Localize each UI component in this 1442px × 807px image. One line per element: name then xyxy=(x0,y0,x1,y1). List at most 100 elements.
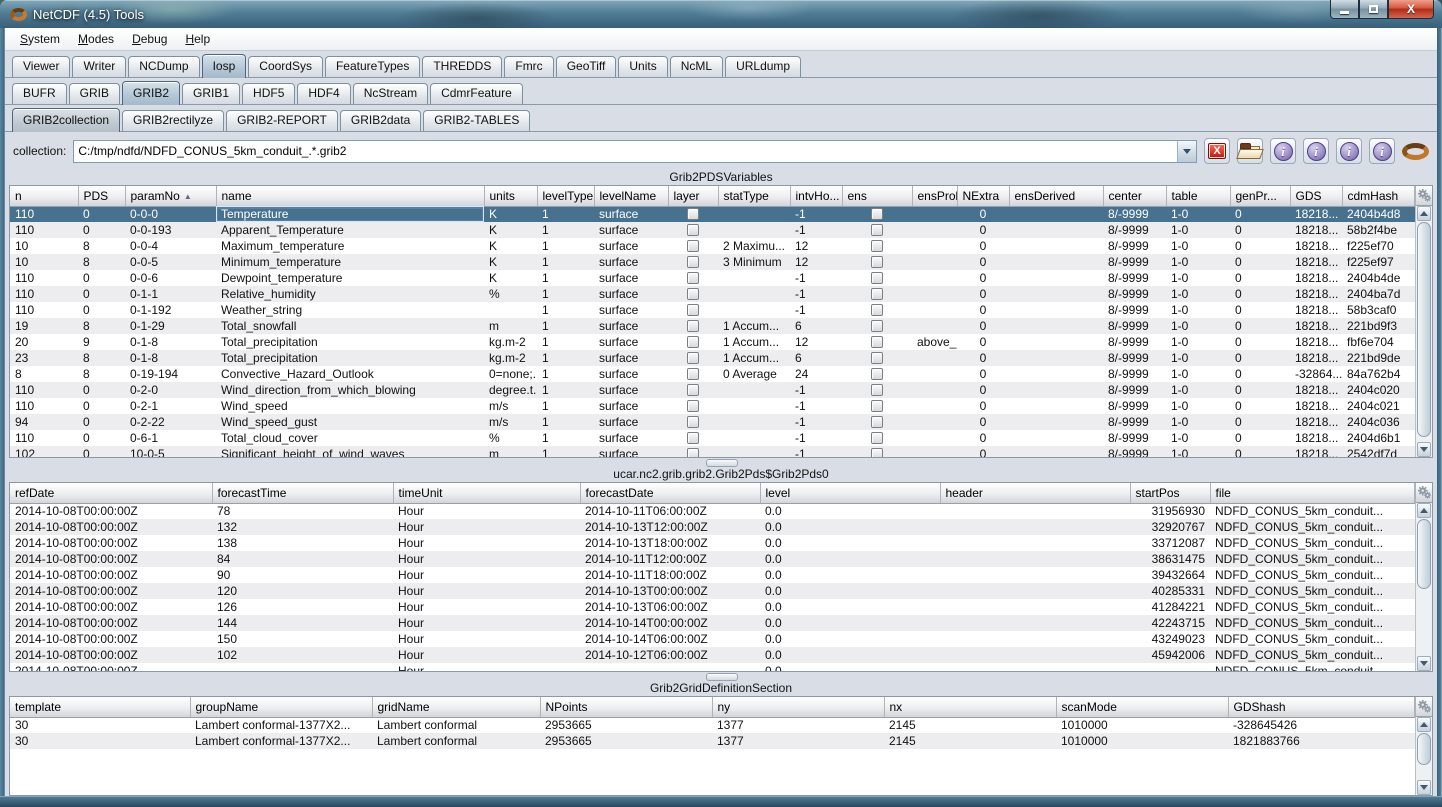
column-header-gds[interactable]: GDS xyxy=(1290,186,1342,206)
checkbox[interactable] xyxy=(871,384,883,396)
table-row[interactable]: 2014-10-08T00:00:00Z126Hour2014-10-13T06… xyxy=(10,599,1415,615)
checkbox[interactable] xyxy=(687,240,699,252)
table-row[interactable]: 9400-2-22Wind_speed_gustm/s1surface-108/… xyxy=(10,414,1415,430)
tab-bufr[interactable]: BUFR xyxy=(12,83,67,104)
checkbox[interactable] xyxy=(687,256,699,268)
column-header-timeunit[interactable]: timeUnit xyxy=(393,483,580,503)
column-config-button[interactable] xyxy=(1415,483,1432,503)
table-row[interactable]: 102010-0-5Significant_height_of_wind_wav… xyxy=(10,446,1415,457)
column-header-refdate[interactable]: refDate xyxy=(10,483,212,503)
tab-grib2rectilyze[interactable]: GRIB2rectilyze xyxy=(122,110,224,131)
table-row[interactable]: 30Lambert conformal-1377X2...Lambert con… xyxy=(10,717,1415,733)
splitter[interactable] xyxy=(5,458,1437,467)
checkbox[interactable] xyxy=(687,448,699,457)
column-header-stattype[interactable]: statType xyxy=(718,186,790,206)
tab-grib2[interactable]: GRIB2 xyxy=(122,81,180,105)
checkbox[interactable] xyxy=(687,224,699,236)
table-row[interactable]: 11000-1-192Weather_string1surface-108/-9… xyxy=(10,302,1415,318)
column-header-ensderived[interactable]: ensDerived xyxy=(1009,186,1103,206)
column-header-startpos[interactable]: startPos xyxy=(1130,483,1210,503)
table-row[interactable]: 11000-0-0TemperatureK1surface-108/-99991… xyxy=(10,206,1415,222)
table-row[interactable]: 1980-1-29Total_snowfallm1surface1 Accum.… xyxy=(10,318,1415,334)
table-row[interactable]: 2090-1-8Total_precipitationkg.m-21surfac… xyxy=(10,334,1415,350)
info-button-1[interactable]: i xyxy=(1270,138,1296,164)
column-header-leveltype[interactable]: levelType xyxy=(537,186,594,206)
gds-scrollbar[interactable] xyxy=(1415,717,1432,795)
column-header-npoints[interactable]: NPoints xyxy=(540,697,712,717)
checkbox[interactable] xyxy=(871,448,883,457)
column-header-ens[interactable]: ens xyxy=(842,186,912,206)
scrollbar-thumb[interactable] xyxy=(1417,519,1431,589)
tab-featuretypes[interactable]: FeatureTypes xyxy=(325,56,420,77)
column-header-intvho-[interactable]: intvHo... xyxy=(790,186,842,206)
table-row[interactable]: 1080-0-5Minimum_temperatureK1surface3 Mi… xyxy=(10,254,1415,270)
column-header-ny[interactable]: ny xyxy=(712,697,884,717)
scroll-down-button[interactable] xyxy=(1417,442,1431,457)
column-header-gridname[interactable]: gridName xyxy=(372,697,540,717)
checkbox[interactable] xyxy=(687,208,699,220)
tab-urldump[interactable]: URLdump xyxy=(725,56,801,77)
menu-item-modes[interactable]: Modes xyxy=(69,29,123,49)
maximize-button[interactable] xyxy=(1359,0,1388,19)
info-button-4[interactable]: i xyxy=(1369,138,1395,164)
table-row[interactable]: 2014-10-08T00:00:00Z150Hour2014-10-14T06… xyxy=(10,631,1415,647)
checkbox[interactable] xyxy=(687,288,699,300)
checkbox[interactable] xyxy=(871,400,883,412)
table-row[interactable]: 11000-0-6Dewpoint_temperatureK1surface-1… xyxy=(10,270,1415,286)
open-folder-button[interactable] xyxy=(1237,138,1263,164)
close-button[interactable]: X xyxy=(1388,0,1434,19)
tab-hdf4[interactable]: HDF4 xyxy=(297,83,350,104)
checkbox[interactable] xyxy=(687,384,699,396)
splitter[interactable] xyxy=(5,672,1437,681)
tab-ncdump[interactable]: NCDump xyxy=(128,56,199,77)
checkbox[interactable] xyxy=(871,432,883,444)
title-bar[interactable]: NetCDF (4.5) Tools X xyxy=(0,0,1442,28)
tab-viewer[interactable]: Viewer xyxy=(12,56,70,77)
scrollbar-thumb[interactable] xyxy=(1417,733,1431,765)
checkbox[interactable] xyxy=(871,256,883,268)
checkbox[interactable] xyxy=(687,432,699,444)
checkbox[interactable] xyxy=(871,320,883,332)
column-header-gdshash[interactable]: GDShash xyxy=(1228,697,1415,717)
column-header-genpr-[interactable]: genPr... xyxy=(1230,186,1290,206)
tab-ncstream[interactable]: NcStream xyxy=(353,83,428,104)
scroll-up-button[interactable] xyxy=(1417,206,1431,221)
column-header-ensprob[interactable]: ensProb xyxy=(912,186,957,206)
collection-ring-icon[interactable] xyxy=(1402,143,1429,160)
tab-hdf5[interactable]: HDF5 xyxy=(242,83,295,104)
column-header-pds[interactable]: PDS xyxy=(78,186,125,206)
checkbox[interactable] xyxy=(871,304,883,316)
menu-item-system[interactable]: System xyxy=(11,29,69,49)
column-header-scanmode[interactable]: scanMode xyxy=(1056,697,1228,717)
scroll-down-button[interactable] xyxy=(1417,656,1431,671)
column-header-forecastdate[interactable]: forecastDate xyxy=(580,483,760,503)
checkbox[interactable] xyxy=(687,416,699,428)
column-header-levelname[interactable]: levelName xyxy=(594,186,668,206)
table-row[interactable]: 11000-6-1Total_cloud_cover%1surface-108/… xyxy=(10,430,1415,446)
tab-fmrc[interactable]: Fmrc xyxy=(504,56,553,77)
table-row[interactable]: 30Lambert conformal-1377X2...Lambert con… xyxy=(10,733,1415,749)
checkbox[interactable] xyxy=(871,288,883,300)
column-header-name[interactable]: name xyxy=(216,186,484,206)
pds-scrollbar[interactable] xyxy=(1415,206,1432,457)
tab-grib[interactable]: GRIB xyxy=(69,83,120,104)
tab-cdmrfeature[interactable]: CdmrFeature xyxy=(430,83,523,104)
column-header-level[interactable]: level xyxy=(760,483,940,503)
checkbox[interactable] xyxy=(871,352,883,364)
checkbox[interactable] xyxy=(871,208,883,220)
column-header-center[interactable]: center xyxy=(1103,186,1166,206)
menu-item-debug[interactable]: Debug xyxy=(123,29,176,49)
tab-grib2collection[interactable]: GRIB2collection xyxy=(12,108,120,132)
checkbox[interactable] xyxy=(871,336,883,348)
column-header-nextra[interactable]: NExtra xyxy=(957,186,1009,206)
table-row[interactable]: 1080-0-4Maximum_temperatureK1surface2 Ma… xyxy=(10,238,1415,254)
column-header-units[interactable]: units xyxy=(484,186,537,206)
scroll-down-button[interactable] xyxy=(1417,780,1431,795)
table-row[interactable]: 2014-10-08T00:00:00Z84Hour2014-10-11T12:… xyxy=(10,551,1415,567)
column-config-button[interactable] xyxy=(1415,186,1432,206)
column-header-nx[interactable]: nx xyxy=(884,697,1056,717)
minimize-button[interactable] xyxy=(1330,0,1359,19)
table-row[interactable]: 2014-10-08T00:00:00Z132Hour2014-10-13T12… xyxy=(10,519,1415,535)
column-header-header[interactable]: header xyxy=(940,483,1130,503)
checkbox[interactable] xyxy=(871,416,883,428)
